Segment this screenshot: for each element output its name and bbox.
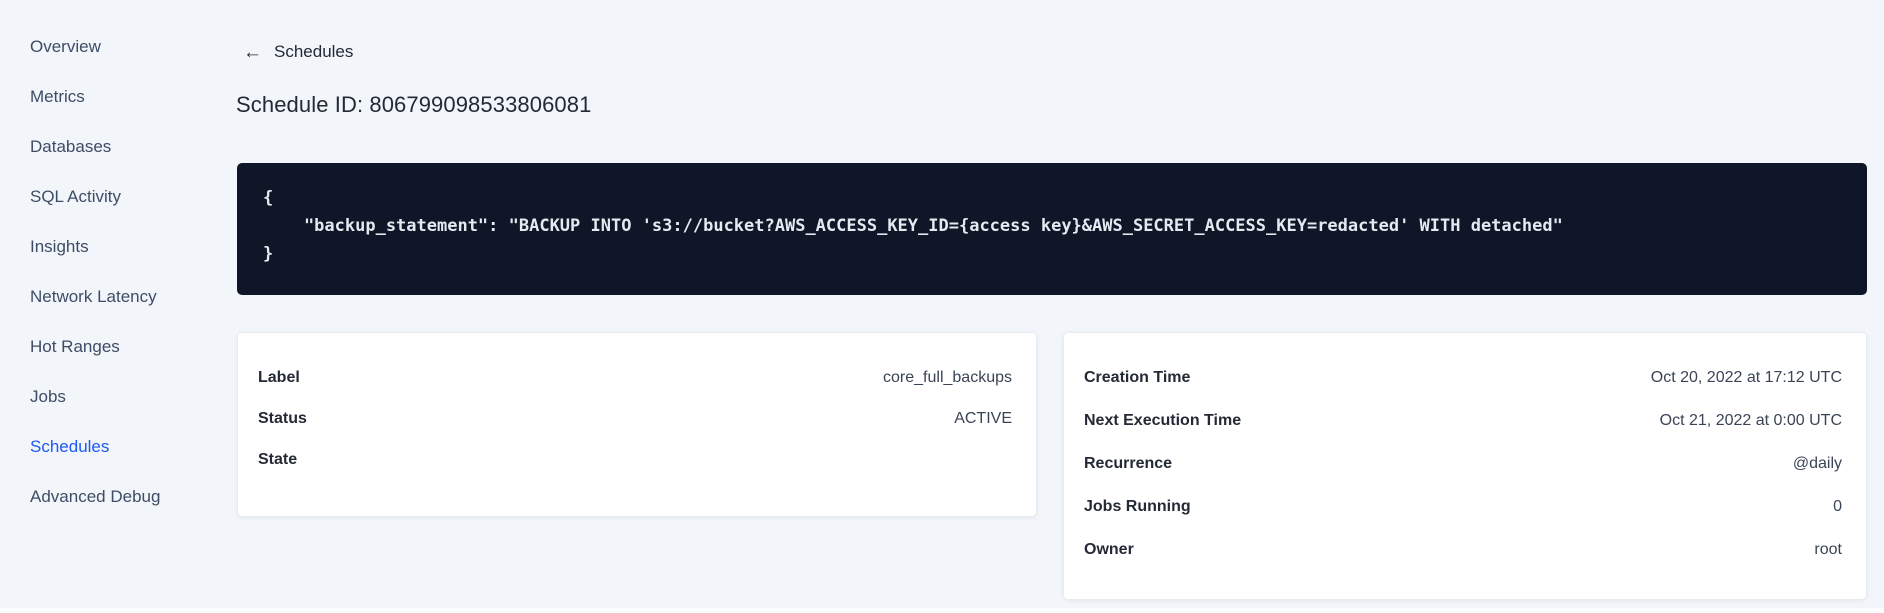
row-label: Next Execution Time — [1084, 411, 1242, 429]
table-row: Status ACTIVE — [258, 398, 1012, 439]
main-content: ← Schedules Schedule ID: 806799098533806… — [0, 0, 1884, 613]
code-line: } — [263, 244, 274, 264]
back-to-schedules-link[interactable]: ← Schedules — [243, 42, 353, 62]
back-link-label: Schedules — [274, 42, 354, 61]
row-value: core_full_backups — [883, 368, 1012, 386]
table-row: Creation Time Oct 20, 2022 at 17:12 UTC — [1084, 356, 1842, 399]
schedule-timing-card: Creation Time Oct 20, 2022 at 17:12 UTC … — [1063, 332, 1867, 600]
row-label: Creation Time — [1084, 368, 1191, 386]
page-title: Schedule ID: 806799098533806081 — [236, 92, 592, 117]
row-value: @daily — [1792, 454, 1842, 472]
row-label: State — [258, 450, 298, 468]
row-value: root — [1814, 540, 1842, 558]
row-value: ACTIVE — [954, 409, 1012, 427]
row-value: Oct 20, 2022 at 17:12 UTC — [1650, 368, 1842, 386]
row-value: Oct 21, 2022 at 0:00 UTC — [1659, 411, 1842, 429]
code-line: "backup_statement": "BACKUP INTO 's3://b… — [263, 216, 1563, 236]
back-arrow-icon: ← — [243, 41, 262, 63]
bottom-edge-strip — [0, 608, 1884, 613]
table-row: Next Execution Time Oct 21, 2022 at 0:00… — [1084, 399, 1842, 442]
row-label: Recurrence — [1084, 454, 1173, 472]
table-row: Owner root — [1084, 528, 1842, 571]
table-row: State — [258, 439, 1012, 480]
row-label: Status — [258, 409, 307, 427]
table-row: Jobs Running 0 — [1084, 485, 1842, 528]
row-value: 0 — [1833, 497, 1842, 515]
table-row: Label core_full_backups — [258, 357, 1012, 398]
schedule-details-page: Overview Metrics Databases SQL Activity … — [0, 0, 1884, 613]
row-label: Jobs Running — [1084, 497, 1191, 515]
row-label: Label — [258, 368, 300, 386]
table-row: Recurrence @daily — [1084, 442, 1842, 485]
code-line: { — [263, 188, 274, 208]
backup-statement-code-block: { "backup_statement": "BACKUP INTO 's3:/… — [237, 163, 1867, 295]
schedule-details-card: Label core_full_backups Status ACTIVE St… — [237, 332, 1037, 517]
row-label: Owner — [1084, 540, 1134, 558]
